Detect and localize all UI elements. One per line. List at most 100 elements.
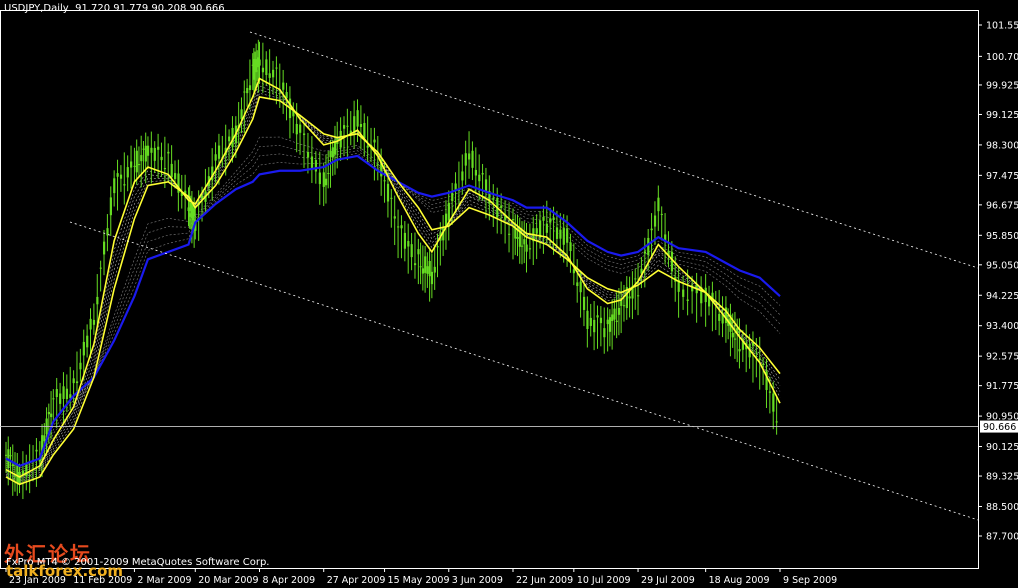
candle-body [393, 216, 396, 219]
plot-frame [0, 10, 979, 569]
candle-body [525, 244, 528, 252]
candle-body [617, 307, 621, 315]
chart-header: USDJPY,Daily 91.720 91.779 90.208 90.666 [4, 3, 225, 14]
candle-body [126, 167, 129, 178]
candle-body [356, 110, 359, 127]
candle-body [228, 136, 231, 142]
candle-body [643, 251, 647, 254]
candle-body [433, 266, 436, 273]
x-tick-label: 2 Mar 2009 [137, 575, 191, 586]
candle-body [549, 218, 552, 223]
candle-body [329, 150, 332, 158]
candle-body [11, 464, 14, 467]
candle-body [413, 263, 417, 266]
y-tick-label: 93.400 [986, 321, 1018, 332]
candle-body [72, 378, 75, 384]
candle-body [608, 317, 612, 332]
candle-body [471, 150, 474, 168]
candle-body [258, 59, 261, 66]
candle-body [447, 202, 450, 221]
y-tick-label: 91.775 [986, 381, 1018, 392]
candle-body [731, 332, 734, 338]
axes-layer: 101.550 100.700 99.925 99.125 98.300 97.475 96… [0, 10, 1018, 586]
candle-body [682, 289, 685, 297]
candle-body [331, 147, 334, 158]
candle-body [43, 435, 46, 442]
candle-body [146, 145, 150, 156]
candle-body [302, 133, 306, 135]
ma-ribbon-line [5, 92, 781, 484]
candle-body [14, 476, 17, 478]
candle-body [86, 335, 89, 348]
candle-body [62, 386, 65, 399]
candle-body [454, 183, 457, 190]
candle-body [243, 91, 246, 93]
y-tick-label: 96.675 [986, 200, 1018, 211]
candle-body [657, 197, 660, 212]
candle-body [366, 145, 369, 148]
candle-body [59, 393, 62, 404]
candle-body [214, 154, 217, 161]
candle-body [593, 319, 596, 333]
candle-body [421, 268, 425, 274]
candle-body [613, 308, 616, 320]
candle-body [464, 153, 467, 166]
candle-body [569, 242, 572, 252]
candle-body [430, 271, 434, 285]
candle-body [397, 226, 400, 228]
candle-body [611, 314, 614, 322]
candle-body [142, 148, 145, 150]
candle-body [363, 122, 366, 139]
candle-body [157, 146, 160, 150]
watermark-logo-en: talkforex.com [6, 562, 124, 580]
candle-body [268, 73, 271, 78]
candle-body [386, 183, 390, 202]
x-tick-label: 22 Jun 2009 [516, 575, 573, 586]
candle-body [523, 239, 526, 245]
y-tick-label: 94.225 [986, 291, 1018, 302]
candle-body [299, 124, 302, 133]
ma-ribbon-line [5, 150, 781, 471]
candle-body [103, 241, 106, 255]
candle-body [310, 156, 314, 169]
candle-body [474, 169, 478, 176]
channel-lower-line [69, 221, 979, 521]
candle-body [133, 165, 136, 167]
candle-body [555, 227, 559, 239]
moving-averages-layer [5, 77, 781, 486]
candle-body [516, 237, 519, 239]
candle-body [282, 82, 285, 90]
y-tick-label: 92.575 [986, 352, 1018, 363]
candle-body [559, 229, 562, 239]
y-tick-label: 99.125 [986, 110, 1018, 121]
candle-body [89, 318, 92, 330]
candle-body [248, 85, 252, 91]
channel-lines-layer [69, 31, 979, 521]
candle-body [144, 145, 147, 162]
candle-body [562, 227, 565, 245]
candle-body [119, 174, 123, 179]
candle-body [755, 352, 758, 354]
candle-body [622, 305, 626, 307]
candle-body [589, 317, 592, 326]
candle-body [653, 215, 657, 227]
candle-body [634, 278, 637, 280]
candle-body [137, 164, 141, 166]
candle-body [170, 163, 173, 178]
candle-body [240, 109, 243, 119]
ma-ribbon-line [5, 85, 781, 481]
candle-body [265, 59, 268, 75]
y-tick-label: 97.475 [986, 171, 1018, 182]
candle-body [704, 287, 707, 303]
candle-body [615, 320, 618, 322]
candle-body [424, 256, 427, 273]
candle-body [768, 391, 772, 393]
price-chart: 101.550 100.700 99.925 99.125 98.300 97.475 96… [0, 10, 1018, 586]
candle-body [451, 192, 454, 202]
candle-body [160, 156, 163, 161]
y-tick-label: 88.500 [986, 502, 1018, 513]
candle-body [96, 296, 99, 305]
candle-body [346, 125, 349, 127]
candle-body [390, 197, 393, 199]
candle-body [492, 197, 495, 200]
